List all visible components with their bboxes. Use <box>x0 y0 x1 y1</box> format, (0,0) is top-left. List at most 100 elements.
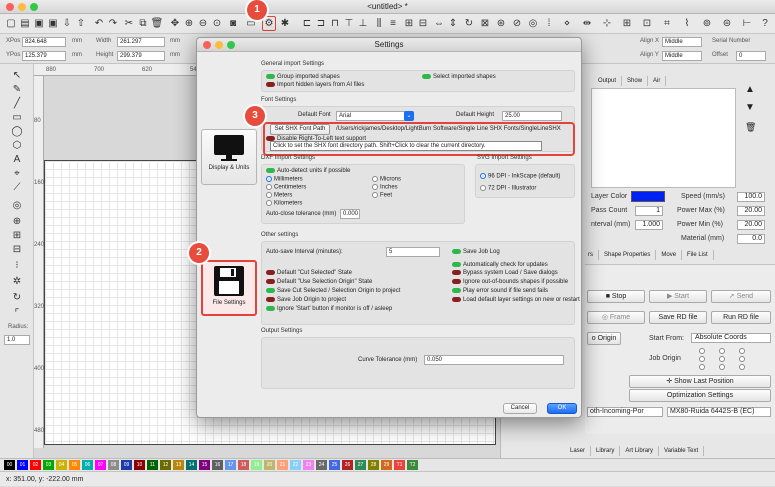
pass-count-field[interactable]: 1 <box>635 206 663 216</box>
palette-swatch[interactable]: 01 <box>17 460 28 470</box>
palette-swatch[interactable]: 24 <box>316 460 327 470</box>
spacing-icon[interactable]: ⇹ <box>580 16 594 31</box>
text-tool-icon[interactable]: A <box>10 154 24 166</box>
origin-radio-br[interactable] <box>739 364 745 370</box>
palette-swatch[interactable]: 27 <box>355 460 366 470</box>
new-file-icon[interactable]: ▢ <box>4 16 18 31</box>
unit-microns-radio[interactable]: Microns <box>372 176 401 183</box>
unit-feet-radio[interactable]: Feet <box>372 192 392 199</box>
import-icon[interactable]: ⇩ <box>60 16 74 31</box>
boolean-icon[interactable]: ⊘ <box>510 16 524 31</box>
rectangle-tool-icon[interactable]: ▭ <box>10 112 24 124</box>
dialog-close-icon[interactable] <box>203 41 211 49</box>
move-icon[interactable]: ✥ <box>168 16 182 31</box>
offset-field[interactable]: 0 <box>736 51 766 61</box>
snap-icon[interactable]: ⊹ <box>600 16 614 31</box>
redo-icon[interactable]: ↷ <box>106 16 120 31</box>
nav-display-units[interactable]: Display & Units <box>201 129 257 185</box>
help-icon[interactable]: ? <box>758 16 772 31</box>
delete-icon[interactable]: 🗑 <box>150 16 164 31</box>
curve-tolerance-field[interactable]: 0.050 <box>424 355 564 365</box>
polygon-tool-icon[interactable]: ⬡ <box>10 140 24 152</box>
default-height-field[interactable]: 25.00 <box>502 111 562 121</box>
use-selection-origin-toggle[interactable]: Default "Use Selection Origin" State <box>266 279 372 285</box>
palette-swatch[interactable]: 00 <box>4 460 15 470</box>
origin-radio-tr[interactable] <box>739 348 745 354</box>
go-origin-button[interactable]: o Origin <box>587 332 621 345</box>
palette-swatch[interactable]: 23 <box>303 460 314 470</box>
dialog-zoom-icon[interactable] <box>227 41 235 49</box>
delete-layer-icon[interactable]: 🗑 <box>745 122 756 133</box>
measure-icon[interactable]: ⊢ <box>740 16 754 31</box>
palette-swatch[interactable]: 18 <box>238 460 249 470</box>
svg-96dpi-radio[interactable]: 96 DPI - InkScape (default) <box>480 173 560 180</box>
default-font-select[interactable]: Arial <box>336 111 412 121</box>
distribute-v-icon[interactable]: ≡ <box>386 16 400 31</box>
nav-file-settings[interactable]: File Settings <box>201 260 257 316</box>
node-edit-icon[interactable]: ⋄ <box>560 16 574 31</box>
mirror-v-icon[interactable]: ⇕ <box>446 16 460 31</box>
zoom-window-icon[interactable] <box>30 3 38 11</box>
subtract-tool-icon[interactable]: ⊟ <box>10 244 24 256</box>
show-last-position-button[interactable]: ✛ Show Last Position <box>629 375 771 388</box>
grid-array-icon[interactable]: ⁝ <box>10 260 24 272</box>
unit-centimeters-radio[interactable]: Centimeters <box>266 184 306 191</box>
svg-72dpi-radio[interactable]: 72 DPI - Illustrator <box>480 185 536 192</box>
palette-swatch[interactable]: 02 <box>30 460 41 470</box>
mirror-h-icon[interactable]: ⇔ <box>432 16 446 31</box>
unit-meters-radio[interactable]: Meters <box>266 192 292 199</box>
autoclose-tolerance-field[interactable]: 0.000 <box>340 209 360 219</box>
tab-laser[interactable]: Laser <box>565 446 592 456</box>
tab-move[interactable]: Move <box>656 250 683 260</box>
power-min-field[interactable]: 20.00 <box>737 220 765 230</box>
save-file-icon[interactable]: ▣ <box>32 16 46 31</box>
power-max-field[interactable]: 20.00 <box>737 206 765 216</box>
unit-millimeters-radio[interactable]: Millimeters <box>266 176 303 183</box>
tab-air[interactable]: Air <box>648 76 667 86</box>
device-port-select[interactable]: oth-Incoming-Por <box>587 407 663 417</box>
align-right-icon[interactable]: ⊐ <box>314 16 328 31</box>
tab-variable-text[interactable]: Variable Text <box>659 446 705 456</box>
close-window-icon[interactable] <box>6 3 14 11</box>
edit-nodes-icon[interactable]: ✎ <box>10 84 24 96</box>
origin-radio-tc[interactable] <box>719 348 725 354</box>
array-icon[interactable]: ⁞ <box>542 16 556 31</box>
auto-updates-toggle[interactable]: Automatically check for updates <box>452 262 548 268</box>
ungroup-icon[interactable]: ⊟ <box>416 16 430 31</box>
palette-swatch[interactable]: 21 <box>277 460 288 470</box>
palette-swatch[interactable]: 09 <box>121 460 132 470</box>
copy-icon[interactable]: ⧉ <box>136 16 150 31</box>
palette-swatch[interactable]: 11 <box>147 460 158 470</box>
origin-radio-mc[interactable] <box>719 356 725 362</box>
palette-swatch[interactable]: 05 <box>69 460 80 470</box>
offset-tool-icon[interactable]: ◎ <box>10 200 24 212</box>
palette-swatch[interactable]: 26 <box>342 460 353 470</box>
xpos-field[interactable]: 824.648 <box>22 37 66 47</box>
palette-swatch[interactable]: 06 <box>82 460 93 470</box>
ellipse-tool-icon[interactable]: ◯ <box>10 126 24 138</box>
group-imported-toggle[interactable]: Group imported shapes <box>266 74 340 80</box>
grid-icon[interactable]: ⊞ <box>620 16 634 31</box>
save-job-log-toggle[interactable]: Save Job Log <box>452 249 500 255</box>
align-y-select[interactable]: Middle <box>662 51 702 61</box>
interval-field[interactable]: 1.000 <box>635 220 663 230</box>
tab-file-list[interactable]: File List <box>682 250 714 260</box>
palette-swatch[interactable]: 03 <box>43 460 54 470</box>
tab-rs[interactable]: rs <box>583 250 599 260</box>
layer-color-swatch[interactable] <box>631 191 665 202</box>
dialog-minimize-icon[interactable] <box>215 41 223 49</box>
optimization-settings-button[interactable]: Optimization Settings <box>629 389 771 402</box>
stop-button[interactable]: ■ Stop <box>587 290 645 303</box>
palette-swatch[interactable]: T2 <box>407 460 418 470</box>
rotate-tool-icon[interactable]: ↻ <box>10 292 24 304</box>
origin-radio-bl[interactable] <box>699 364 705 370</box>
tab-library[interactable]: Library <box>591 446 621 456</box>
palette-swatch[interactable]: 19 <box>251 460 262 470</box>
measure-tool-icon[interactable]: ⟋ <box>10 182 24 194</box>
palette-swatch[interactable]: 25 <box>329 460 340 470</box>
open-file-icon[interactable]: ▤ <box>18 16 32 31</box>
palette-swatch[interactable]: 20 <box>264 460 275 470</box>
width-field[interactable]: 261.297 <box>117 37 165 47</box>
palette-swatch[interactable]: 15 <box>199 460 210 470</box>
optimize-icon[interactable]: ⊜ <box>720 16 734 31</box>
